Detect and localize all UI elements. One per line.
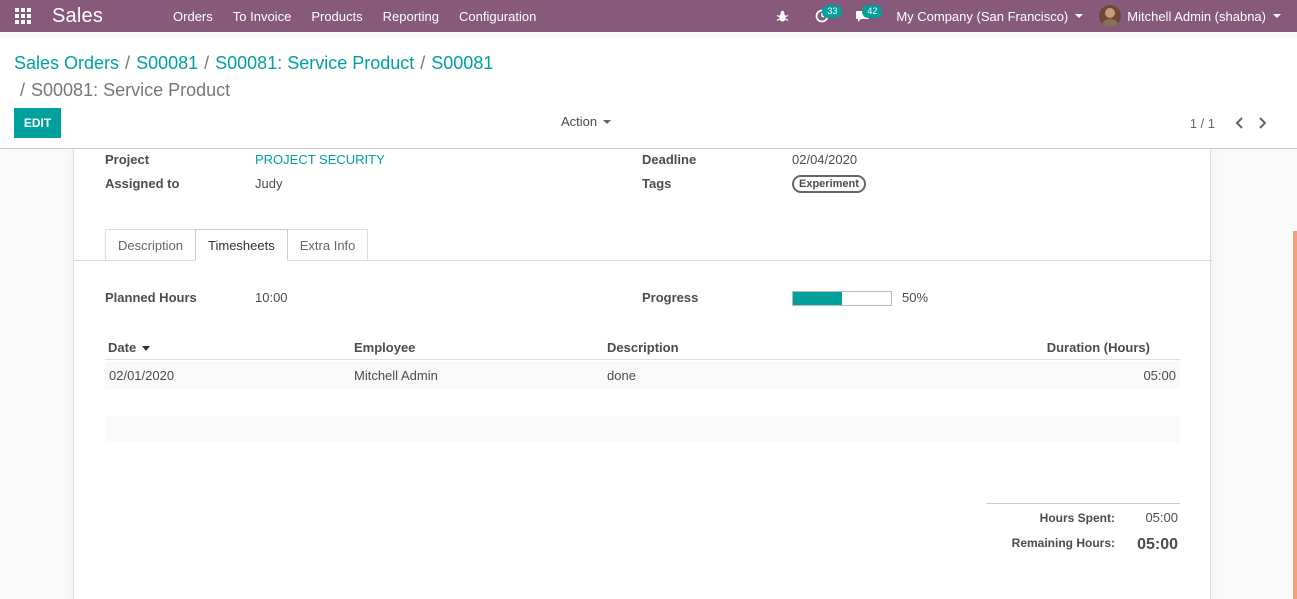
chevron-down-icon <box>603 119 612 124</box>
cell-employee: Mitchell Admin <box>354 368 438 383</box>
menu-to-invoice[interactable]: To Invoice <box>223 0 302 32</box>
planned-hours-value: 10:00 <box>255 290 288 305</box>
apps-menu-button[interactable] <box>0 0 46 32</box>
project-link[interactable]: PROJECT SECURITY <box>255 152 385 167</box>
menu-configuration[interactable]: Configuration <box>449 0 546 32</box>
column-duration[interactable]: Duration (Hours) <box>1047 340 1150 355</box>
breadcrumb-active: S00081: Service Product <box>31 80 231 100</box>
tag-badge: Experiment <box>792 175 866 193</box>
bug-icon <box>776 10 789 22</box>
form-sheet: Project PROJECT SECURITY Assigned to Jud… <box>73 149 1212 599</box>
tab-timesheets[interactable]: Timesheets <box>195 229 288 261</box>
progress-label: Progress <box>642 290 699 305</box>
message-count-badge: 42 <box>862 5 883 18</box>
tags-label: Tags <box>642 176 672 191</box>
breadcrumb-service-product[interactable]: S00081: Service Product <box>215 53 414 73</box>
menu-orders[interactable]: Orders <box>163 0 223 32</box>
top-navbar: Sales Orders To Invoice Products Reporti… <box>0 0 1297 32</box>
avatar <box>1099 5 1122 27</box>
action-dropdown[interactable]: Action <box>561 114 612 129</box>
company-name: My Company (San Francisco) <box>896 8 1069 24</box>
breadcrumb-s00081-second[interactable]: S00081 <box>431 53 493 73</box>
user-name: Mitchell Admin (shabna) <box>1127 8 1266 24</box>
breadcrumb-s00081[interactable]: S00081 <box>136 53 198 73</box>
messages-button[interactable]: 42 <box>842 0 883 32</box>
notebook-tabs: Description Timesheets Extra Info <box>105 229 369 261</box>
pager-value[interactable]: 1 / 1 <box>1190 116 1215 131</box>
cell-date: 02/01/2020 <box>109 368 175 383</box>
assigned-to-label: Assigned to <box>105 176 180 191</box>
deadline-value: 02/04/2020 <box>792 152 858 167</box>
column-description[interactable]: Description <box>607 340 679 355</box>
tab-extra-info[interactable]: Extra Info <box>286 229 369 261</box>
column-date[interactable]: Date <box>108 340 151 355</box>
action-label: Action <box>561 114 598 129</box>
chevron-right-icon <box>1259 117 1267 129</box>
debug-button[interactable] <box>762 0 802 32</box>
cell-description: done <box>607 368 636 383</box>
menu-products[interactable]: Products <box>301 0 372 32</box>
company-switcher[interactable]: My Company (San Francisco) <box>882 9 1099 24</box>
remaining-hours-value: 05:00 <box>1137 536 1178 553</box>
planned-hours-label: Planned Hours <box>105 290 197 305</box>
progress-bar <box>792 291 892 306</box>
grid-icon <box>15 8 31 24</box>
hours-spent-label: Hours Spent: <box>1039 511 1115 525</box>
progress-fill <box>793 292 842 305</box>
activities-button[interactable]: 33 <box>802 0 843 32</box>
project-label: Project <box>105 152 150 167</box>
timesheet-table-header: Date Employee Description Duration (Hour… <box>105 332 1180 360</box>
table-row-empty <box>105 389 1180 416</box>
totals-divider <box>986 503 1180 504</box>
pager-previous-button[interactable] <box>1229 112 1251 134</box>
user-menu[interactable]: Mitchell Admin (shabna) <box>1099 5 1297 27</box>
cell-duration: 05:00 <box>1143 368 1176 383</box>
remaining-hours-label: Remaining Hours: <box>1011 536 1115 550</box>
chevron-down-icon <box>1273 14 1281 18</box>
assigned-to-value: Judy <box>255 176 283 191</box>
scrollbar-accent <box>1293 231 1297 599</box>
breadcrumb: Sales Orders / S00081/S00081: Service Prod… <box>14 53 494 100</box>
column-employee[interactable]: Employee <box>354 340 415 355</box>
app-title[interactable]: Sales <box>52 5 103 28</box>
pager-next-button[interactable] <box>1251 112 1273 134</box>
deadline-label: Deadline <box>642 152 697 167</box>
edit-button[interactable]: EDIT <box>14 108 61 138</box>
sort-desc-icon <box>142 346 151 352</box>
control-panel: Sales Orders / S00081/S00081: Service Prod… <box>0 38 1297 149</box>
menu-reporting[interactable]: Reporting <box>373 0 449 32</box>
progress-percent: 50% <box>902 290 929 305</box>
chevron-down-icon <box>1075 14 1084 18</box>
activity-count-badge: 33 <box>822 5 843 18</box>
hours-spent-value: 05:00 <box>1145 510 1178 525</box>
pager: 1 / 1 <box>1190 112 1273 134</box>
table-row[interactable]: 02/01/2020 Mitchell Admin done 05:00 <box>105 361 1180 389</box>
chevron-left-icon <box>1235 117 1243 129</box>
breadcrumb-sales-orders[interactable]: Sales Orders <box>14 53 119 73</box>
table-row-empty <box>105 416 1180 443</box>
tab-description[interactable]: Description <box>105 229 197 261</box>
